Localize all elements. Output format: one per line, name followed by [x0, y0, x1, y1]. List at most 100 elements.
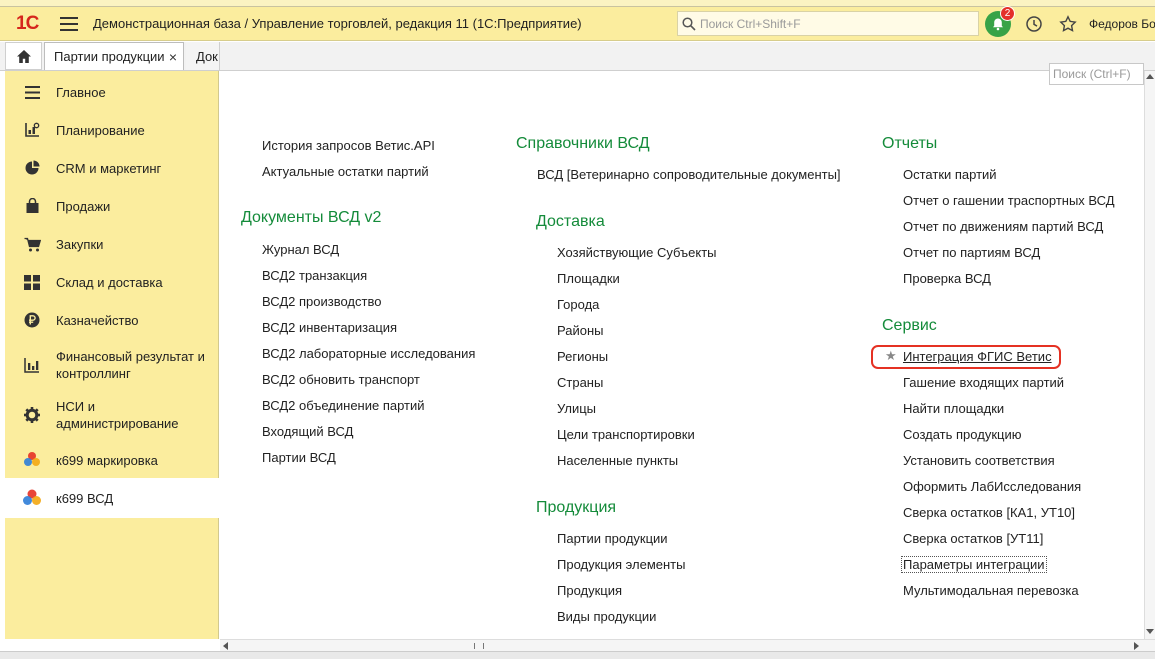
sidebar-item-label: Финансовый результат и контроллинг [56, 349, 205, 381]
favorites-star-icon[interactable] [1057, 13, 1079, 35]
menu-lines-icon [21, 81, 43, 103]
vertical-scrollbar[interactable] [1144, 71, 1155, 639]
scroll-left-icon[interactable] [222, 642, 228, 650]
section-search-input[interactable]: Поиск (Ctrl+F) [1049, 63, 1144, 85]
link-col3[interactable]: Отчет по партиям ВСД [903, 245, 1040, 260]
link-col2[interactable]: Цели транспортировки [557, 427, 695, 442]
notifications-bell-icon[interactable]: 2 [985, 6, 1015, 37]
link-col3[interactable]: Мультимодальная перевозка [903, 583, 1079, 598]
sidebar-item-prodazhi[interactable]: Продажи [5, 195, 219, 217]
home-icon [16, 49, 31, 63]
link-col2[interactable]: Районы [557, 323, 603, 338]
global-search-input[interactable]: Поиск Ctrl+Shift+F [677, 11, 979, 36]
notifications-badge: 2 [1000, 6, 1015, 21]
sidebar-item-glavnoe[interactable]: Главное [5, 81, 219, 103]
group-title-produkciya: Продукция [536, 499, 617, 516]
link-col3[interactable]: Установить соответствия [903, 453, 1055, 468]
link-col2[interactable]: Хозяйствующие Субъекты [557, 245, 717, 260]
link-integraciya-fgis-vetis[interactable]: Интеграция ФГИС Ветис [903, 349, 1052, 364]
group-title-spravochniki: Справочники ВСД [516, 135, 650, 152]
close-tab-icon[interactable]: × [169, 49, 177, 65]
bar-chart-icon [21, 354, 43, 376]
tab-next-label: Док [196, 48, 218, 64]
link-col3[interactable]: Отчет по движениям партий ВСД [903, 219, 1103, 234]
status-strip [0, 651, 1155, 659]
tab-next[interactable]: Док [186, 42, 220, 70]
link-col3[interactable]: Остатки партий [903, 167, 997, 182]
search-icon [682, 16, 696, 31]
pie-chart-icon [21, 157, 43, 179]
link-col1[interactable]: ВСД2 инвентаризация [262, 320, 397, 335]
sidebar-item-planirovanie[interactable]: Планирование [5, 119, 219, 141]
scroll-down-icon[interactable] [1146, 629, 1154, 635]
group-title-dostavka: Доставка [536, 213, 605, 230]
ruble-coin-icon [21, 309, 43, 331]
sidebar: Главное Планирование CRM и маркетинг Про… [5, 71, 219, 639]
link-col3[interactable]: Сверка остатков [КА1, УТ10] [903, 505, 1075, 520]
sidebar-item-label: к699 ВСД [56, 490, 114, 506]
link-col2[interactable]: Виды продукции [557, 609, 656, 624]
sidebar-item-nsi[interactable]: НСИ и администрирование [5, 397, 219, 433]
link-col1[interactable]: Входящий ВСД [262, 424, 353, 439]
link-col1[interactable]: Журнал ВСД [262, 242, 339, 257]
planning-chart-icon [21, 119, 43, 141]
sidebar-item-label: Планирование [56, 122, 145, 138]
scroll-thumb[interactable] [474, 643, 484, 649]
link-col1[interactable]: Партии ВСД [262, 450, 336, 465]
link-col1[interactable]: ВСД2 транзакция [262, 268, 367, 283]
k699-logo-icon [21, 449, 43, 471]
link-col2[interactable]: Страны [557, 375, 603, 390]
scroll-right-icon[interactable] [1134, 642, 1140, 650]
link-col1[interactable]: ВСД2 обновить транспорт [262, 372, 420, 387]
window-top-strip [0, 0, 1155, 7]
tab-partii-produkcii[interactable]: Партии продукции × [44, 42, 184, 70]
sidebar-item-zakupki[interactable]: Закупки [5, 233, 219, 255]
link-col1[interactable]: ВСД2 лабораторные исследования [262, 346, 475, 361]
link-col2[interactable]: Населенные пункты [557, 453, 678, 468]
link-col3[interactable]: Найти площадки [903, 401, 1004, 416]
sidebar-item-label: НСИ и администрирование [56, 399, 179, 431]
tab-label: Партии продукции [54, 49, 165, 64]
link-col2[interactable]: Площадки [557, 271, 620, 286]
sidebar-item-crm[interactable]: CRM и маркетинг [5, 157, 219, 179]
title-bar: 1С Демонстрационная база / Управление то… [0, 6, 1155, 41]
shopping-bag-icon [21, 195, 43, 217]
link-istoriya-zaprosov[interactable]: История запросов Ветис.API [262, 138, 435, 153]
link-col2[interactable]: Продукция [557, 583, 622, 598]
scroll-up-icon[interactable] [1146, 73, 1154, 79]
link-col2[interactable]: Продукция элементы [557, 557, 685, 572]
link-col2[interactable]: Города [557, 297, 599, 312]
link-col2[interactable]: ВСД [Ветеринарно сопроводительные докуме… [537, 167, 841, 182]
main-menu-icon[interactable] [60, 16, 78, 31]
history-icon[interactable] [1023, 13, 1045, 35]
sidebar-item-finrez[interactable]: Финансовый результат и контроллинг [5, 347, 219, 383]
user-name[interactable]: Федоров Бо [1089, 17, 1155, 31]
link-col3[interactable]: Отчет о гашении траспортных ВСД [903, 193, 1115, 208]
link-col1[interactable]: ВСД2 производство [262, 294, 381, 309]
link-col3[interactable]: Гашение входящих партий [903, 375, 1064, 390]
favorite-star-icon[interactable]: ★ [885, 348, 897, 364]
sidebar-item-k699-markirovka[interactable]: к699 маркировка [5, 449, 219, 471]
sidebar-item-label: Закупки [56, 236, 104, 252]
horizontal-scrollbar[interactable] [220, 639, 1155, 651]
1c-logo: 1С [16, 12, 39, 34]
link-col2[interactable]: Улицы [557, 401, 596, 416]
sidebar-item-kaznacheystvo[interactable]: Казначейство [5, 309, 219, 331]
link-col1[interactable]: ВСД2 объединение партий [262, 398, 425, 413]
warehouse-grid-icon [21, 271, 43, 293]
home-tab-button[interactable] [5, 42, 42, 70]
sidebar-item-label: к699 маркировка [56, 452, 158, 468]
link-aktualnye-ostatki[interactable]: Актуальные остатки партий [262, 164, 429, 179]
sidebar-item-label: Продажи [56, 198, 111, 214]
link-col2[interactable]: Партии продукции [557, 531, 668, 546]
sidebar-item-label: CRM и маркетинг [56, 160, 162, 176]
sidebar-item-sklad[interactable]: Склад и доставка [5, 271, 219, 293]
link-col3[interactable]: Проверка ВСД [903, 271, 991, 286]
link-col3[interactable]: Создать продукцию [903, 427, 1021, 442]
link-col2[interactable]: Регионы [557, 349, 608, 364]
group-title-dokumenty-vsd: Документы ВСД v2 [241, 209, 382, 226]
link-col3[interactable]: Оформить ЛабИсследования [903, 479, 1081, 494]
sidebar-item-k699-vsd[interactable]: к699 ВСД [5, 478, 219, 518]
link-parametry-integracii[interactable]: Параметры интеграции [901, 556, 1047, 573]
link-col3[interactable]: Сверка остатков [УТ11] [903, 531, 1043, 546]
